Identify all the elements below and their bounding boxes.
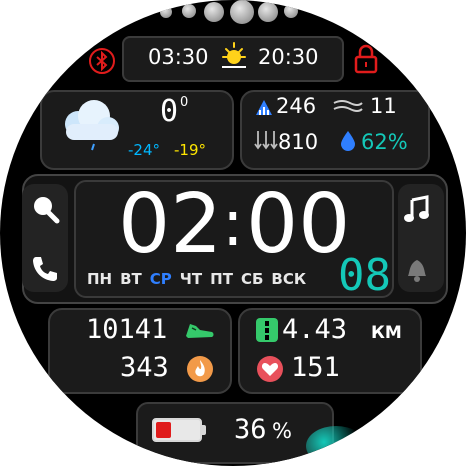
weather-low-temp: -24° <box>128 141 160 159</box>
distance-unit: КМ <box>371 323 402 343</box>
battery-percent-sign: % <box>272 419 292 443</box>
battery-level <box>156 422 171 438</box>
search-button[interactable] <box>28 192 62 226</box>
weekday-label: ВТ <box>120 270 142 288</box>
weather-high-temp: -19° <box>174 141 206 159</box>
notification-button[interactable] <box>400 252 434 286</box>
moon-phases <box>160 0 310 28</box>
moon-icon <box>182 4 196 18</box>
calories-value: 343 <box>120 352 169 383</box>
shoe-icon <box>186 324 214 338</box>
battery-percent: 36 <box>234 414 267 445</box>
accent-glow <box>306 426 366 466</box>
humidity-icon <box>341 131 355 151</box>
date-day: 08 <box>338 250 391 301</box>
weekday-label: ЧТ <box>179 270 203 288</box>
bluetooth-icon <box>89 48 115 74</box>
moon-icon <box>258 2 278 22</box>
flame-icon <box>187 356 213 382</box>
lock-icon <box>354 44 378 74</box>
weekday-label: СБ <box>240 270 264 288</box>
battery-tip <box>202 425 206 435</box>
wind-value: 11 <box>370 94 397 118</box>
humidity-value: 62% <box>361 130 408 154</box>
sunrise-time: 03:30 <box>148 45 209 69</box>
phone-button[interactable] <box>28 252 62 286</box>
moon-icon <box>230 0 254 24</box>
cloud-rain-icon <box>65 100 119 151</box>
uv-icon <box>256 100 272 115</box>
weekday-label-active: СР <box>149 270 172 288</box>
weather-temp-unit: 0 <box>180 95 189 110</box>
road-icon <box>256 318 278 342</box>
battery-icon <box>152 418 202 442</box>
weekday-label: ПТ <box>210 270 233 288</box>
sunset-time: 20:30 <box>258 45 319 69</box>
heart-icon <box>257 356 283 382</box>
phone-icon <box>33 257 57 281</box>
search-icon <box>34 197 60 224</box>
distance-value: 4.43 <box>282 314 348 345</box>
music-note-icon <box>404 195 429 222</box>
moon-icon <box>204 2 224 22</box>
music-button[interactable] <box>400 192 434 226</box>
weather-temp: 0 <box>160 94 179 129</box>
pressure-icon <box>254 131 278 150</box>
sun-icon <box>222 42 246 68</box>
time-hours: 02 <box>118 177 223 272</box>
wind-icon <box>333 100 363 112</box>
steps-value: 10141 <box>86 314 168 345</box>
heart-rate-value: 151 <box>291 352 340 383</box>
pressure-value: 810 <box>278 130 319 154</box>
moon-icon <box>284 4 298 18</box>
uv-value: 246 <box>276 94 317 118</box>
watch-face: 03:30 20:30 0 0 -24° -19° 246 11 810 62%… <box>0 0 466 466</box>
time-colon: : <box>222 187 244 261</box>
weekday-row: ПН ВТ СР ЧТ ПТ СБ ВСК <box>87 271 314 287</box>
time-minutes: 00 <box>246 177 351 272</box>
weekday-label: ПН <box>87 270 113 288</box>
moon-icon <box>160 6 172 18</box>
weekday-label: ВСК <box>271 270 307 288</box>
bell-icon <box>408 260 426 282</box>
